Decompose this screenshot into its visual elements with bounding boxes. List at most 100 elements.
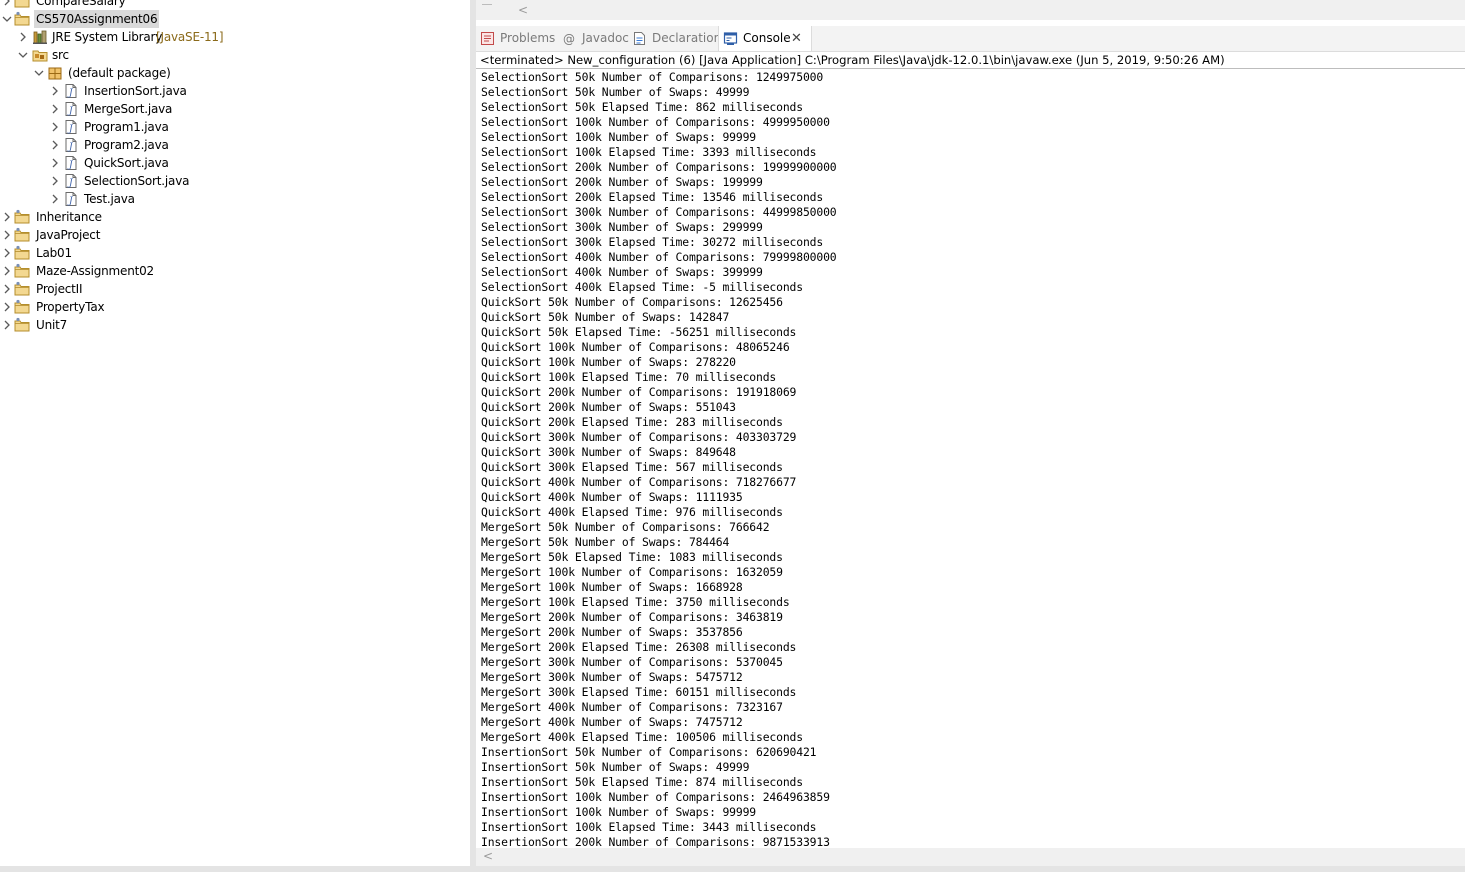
tree-item-label: Maze-Assignment02 xyxy=(36,264,154,278)
console-line: MergeSort 100k Number of Comparisons: 16… xyxy=(481,565,783,579)
tree-item[interactable]: CompareSalary xyxy=(0,0,470,10)
tree-item[interactable]: (default package) xyxy=(0,64,470,82)
chevron-right-icon[interactable] xyxy=(2,266,12,276)
console-line: SelectionSort 50k Number of Swaps: 49999 xyxy=(481,85,750,99)
console-line: MergeSort 400k Number of Swaps: 7475712 xyxy=(481,715,743,729)
tree-item-label: SelectionSort.java xyxy=(84,174,190,188)
tree-item-label: Program2.java xyxy=(84,138,169,152)
chevron-right-icon[interactable] xyxy=(2,212,12,222)
console-line: QuickSort 100k Number of Comparisons: 48… xyxy=(481,340,790,354)
tree-item[interactable]: J QuickSort.java xyxy=(0,154,470,172)
tab-javadoc[interactable]: @ Javadoc xyxy=(558,26,629,51)
console-line: SelectionSort 400k Elapsed Time: -5 mill… xyxy=(481,280,803,294)
tree-item[interactable]: J InsertionSort.java xyxy=(0,82,470,100)
console-line: SelectionSort 400k Number of Swaps: 3999… xyxy=(481,265,763,279)
chevron-down-icon[interactable] xyxy=(2,14,12,24)
java-file-icon: J xyxy=(63,173,79,189)
console-line: SelectionSort 200k Elapsed Time: 13546 m… xyxy=(481,190,824,204)
project-icon xyxy=(14,0,30,9)
tree-item[interactable]: J Test.java xyxy=(0,190,470,208)
console-line: MergeSort 100k Number of Swaps: 1668928 xyxy=(481,580,743,594)
tree-item-decoration: [JavaSE-11] xyxy=(156,30,224,44)
project-icon xyxy=(14,209,30,225)
chevron-right-icon[interactable] xyxy=(50,176,60,186)
chevron-right-icon[interactable] xyxy=(2,302,12,312)
view-tab-bar: Problems @ Javadoc Declaration Console ✕ xyxy=(476,26,1465,52)
console-line: MergeSort 200k Elapsed Time: 26308 milli… xyxy=(481,640,797,654)
problems-icon xyxy=(480,31,495,46)
editor-horizontal-scrollbar[interactable]: < xyxy=(476,0,1465,21)
chevron-right-icon[interactable] xyxy=(2,284,12,294)
tree-item[interactable]: J Program1.java xyxy=(0,118,470,136)
console-line: QuickSort 400k Elapsed Time: 976 millise… xyxy=(481,505,783,519)
tree-item[interactable]: Maze-Assignment02 xyxy=(0,262,470,280)
chevron-right-icon[interactable] xyxy=(50,86,60,96)
project-icon xyxy=(14,317,30,333)
java-file-icon: J xyxy=(63,191,79,207)
tree-item[interactable]: CS570Assignment06 xyxy=(0,10,470,28)
chevron-right-icon[interactable] xyxy=(2,0,12,6)
chevron-right-icon[interactable] xyxy=(18,32,28,42)
console-output[interactable]: SelectionSort 50k Number of Comparisons:… xyxy=(476,70,1465,848)
tree-item[interactable]: ProjectII xyxy=(0,280,470,298)
tab-label: Console xyxy=(743,31,791,45)
console-line: QuickSort 100k Number of Swaps: 278220 xyxy=(481,355,736,369)
chevron-right-icon[interactable] xyxy=(50,158,60,168)
project-icon xyxy=(14,11,30,27)
tree-item-label: InsertionSort.java xyxy=(84,84,187,98)
tree-item[interactable]: Lab01 xyxy=(0,244,470,262)
chevron-right-icon[interactable] xyxy=(50,194,60,204)
project-icon xyxy=(14,281,30,297)
console-line: SelectionSort 50k Elapsed Time: 862 mill… xyxy=(481,100,803,114)
chevron-right-icon[interactable] xyxy=(50,122,60,132)
chevron-right-icon[interactable] xyxy=(50,140,60,150)
chevron-down-icon[interactable] xyxy=(34,68,44,78)
tree-item[interactable]: src xyxy=(0,46,470,64)
tree-item-label: ProjectII xyxy=(36,282,83,296)
console-line: QuickSort 100k Elapsed Time: 70 millisec… xyxy=(481,370,777,384)
tree-item-label: Inheritance xyxy=(36,210,102,224)
tree-item-label: QuickSort.java xyxy=(84,156,169,170)
chevron-right-icon[interactable] xyxy=(2,230,12,240)
console-lines: SelectionSort 50k Number of Comparisons:… xyxy=(481,70,837,848)
library-icon xyxy=(32,29,48,45)
console-line: QuickSort 200k Elapsed Time: 283 millise… xyxy=(481,415,783,429)
tab-label: Declaration xyxy=(652,31,722,45)
tree-item[interactable]: J MergeSort.java xyxy=(0,100,470,118)
console-line: MergeSort 50k Number of Swaps: 784464 xyxy=(481,535,730,549)
scroll-left-arrow-icon[interactable]: < xyxy=(518,3,528,17)
console-line: SelectionSort 300k Number of Swaps: 2999… xyxy=(481,220,763,234)
tree-item[interactable]: JRE System Library [JavaSE-11] xyxy=(0,28,470,46)
chevron-right-icon[interactable] xyxy=(2,320,12,330)
console-line: MergeSort 400k Elapsed Time: 100506 mill… xyxy=(481,730,803,744)
scroll-left-arrow-icon[interactable]: < xyxy=(483,849,493,863)
scrollbar-corner xyxy=(482,0,492,5)
console-line: SelectionSort 100k Number of Swaps: 9999… xyxy=(481,130,757,144)
chevron-down-icon[interactable] xyxy=(18,50,28,60)
chevron-right-icon[interactable] xyxy=(2,248,12,258)
tab-problems[interactable]: Problems xyxy=(476,26,556,51)
tree-item[interactable]: PropertyTax xyxy=(0,298,470,316)
tree-item[interactable]: J SelectionSort.java xyxy=(0,172,470,190)
tree-item[interactable]: JavaProject xyxy=(0,226,470,244)
tab-console[interactable]: Console ✕ xyxy=(718,26,812,51)
tree-item-label: (default package) xyxy=(68,66,171,80)
java-file-icon: J xyxy=(63,101,79,117)
tree-item[interactable]: Unit7 xyxy=(0,316,470,334)
console-horizontal-scrollbar[interactable]: < xyxy=(476,848,1465,866)
console-line: SelectionSort 100k Number of Comparisons… xyxy=(481,115,830,129)
tab-declaration[interactable]: Declaration xyxy=(628,26,721,51)
chevron-right-icon[interactable] xyxy=(50,104,60,114)
console-line: MergeSort 400k Number of Comparisons: 73… xyxy=(481,700,783,714)
close-icon[interactable]: ✕ xyxy=(791,26,802,51)
console-line: InsertionSort 100k Number of Swaps: 9999… xyxy=(481,805,757,819)
tree-item-label: CompareSalary xyxy=(36,0,126,8)
tree-item-label: src xyxy=(52,48,69,62)
console-line: SelectionSort 400k Number of Comparisons… xyxy=(481,250,837,264)
tree-item[interactable]: J Program2.java xyxy=(0,136,470,154)
console-line: MergeSort 300k Number of Comparisons: 53… xyxy=(481,655,783,669)
project-icon xyxy=(14,263,30,279)
console-line: QuickSort 400k Number of Swaps: 1111935 xyxy=(481,490,743,504)
tree-item[interactable]: Inheritance xyxy=(0,208,470,226)
console-line: MergeSort 100k Elapsed Time: 3750 millis… xyxy=(481,595,790,609)
